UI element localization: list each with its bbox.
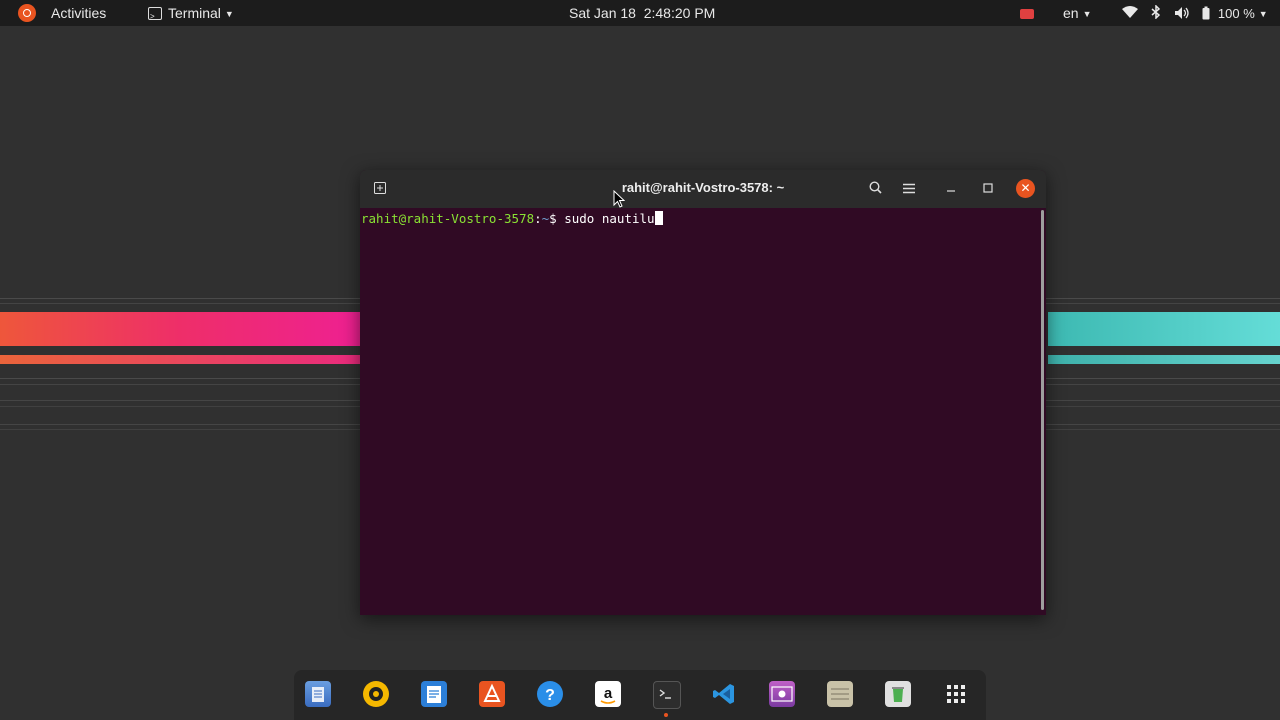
text-cursor [654, 211, 663, 225]
prompt-line: rahit@rahit-Vostro-3578:~$ sudo nautilu [361, 211, 663, 226]
clock[interactable]: Sat Jan 18 2:48:20 PM [569, 0, 715, 26]
battery-menu[interactable]: 100 % ▼ [1202, 0, 1268, 26]
record-icon [1020, 9, 1034, 19]
software-icon[interactable] [479, 681, 505, 707]
help-icon[interactable]: ? [537, 681, 563, 707]
vscode-icon[interactable] [711, 681, 737, 707]
running-indicator [664, 713, 668, 717]
ubuntu-logo-icon[interactable] [18, 4, 36, 22]
battery-icon [1202, 6, 1210, 20]
menu-icon [903, 183, 915, 194]
search-icon [868, 181, 882, 194]
writer-icon[interactable] [421, 681, 447, 707]
terminal-icon[interactable] [653, 681, 681, 709]
minimize-button[interactable] [939, 177, 963, 201]
battery-percent: 100 % [1217, 6, 1255, 21]
svg-text:a: a [604, 685, 613, 702]
app-menu-label: Terminal [168, 5, 221, 21]
wallpaper-stripe-left [0, 355, 360, 364]
prompt-separator: : [534, 211, 542, 226]
chevron-down-icon: ▼ [224, 9, 234, 19]
trash-icon[interactable] [885, 681, 911, 707]
terminal-content[interactable]: rahit@rahit-Vostro-3578:~$ sudo nautilu [360, 208, 1040, 615]
chevron-down-icon: ▼ [1258, 9, 1268, 19]
hamburger-menu-button[interactable] [897, 177, 921, 201]
bluetooth-icon[interactable] [1151, 0, 1161, 26]
screen-record-indicator[interactable] [1020, 0, 1034, 26]
minimize-icon [947, 190, 955, 192]
maximize-icon [983, 183, 993, 193]
terminal-window[interactable]: rahit@rahit-Vostro-3578: ~ ✕ rahit@rahit… [360, 170, 1046, 615]
archive-icon[interactable] [827, 681, 853, 707]
volume-icon[interactable] [1174, 0, 1190, 26]
terminal-app-icon [148, 4, 162, 30]
wallpaper-stripe-right [1048, 355, 1280, 364]
activities-button[interactable]: Activities [51, 0, 106, 26]
language-menu[interactable]: en ▼ [1063, 0, 1092, 26]
scrollbar[interactable] [1041, 210, 1044, 610]
wallpaper-stripe-right [1048, 312, 1280, 346]
wifi-icon[interactable] [1122, 0, 1138, 26]
close-icon: ✕ [1020, 181, 1031, 195]
language-label: en [1063, 5, 1079, 21]
top-bar: Activities Terminal▼ Sat Jan 18 2:48:20 … [0, 0, 1280, 30]
app-menu-button[interactable]: Terminal▼ [148, 0, 234, 30]
prompt-user: rahit@rahit-Vostro-3578 [361, 211, 535, 226]
dock: ? a [294, 670, 986, 720]
search-button[interactable] [863, 177, 887, 201]
svg-text:?: ? [545, 687, 555, 704]
command-input[interactable]: sudo nautilu [564, 211, 654, 226]
prompt-symbol: $ [549, 211, 565, 226]
show-apps-icon[interactable] [943, 681, 969, 707]
rhythmbox-icon[interactable] [363, 681, 389, 707]
files-icon[interactable] [305, 681, 331, 707]
window-titlebar[interactable]: rahit@rahit-Vostro-3578: ~ ✕ [360, 170, 1046, 208]
close-button[interactable]: ✕ [1016, 179, 1035, 198]
mouse-pointer-icon [613, 190, 625, 208]
maximize-button[interactable] [976, 177, 1000, 201]
amazon-icon[interactable]: a [595, 681, 621, 707]
screen-recorder-icon[interactable] [769, 681, 795, 707]
chevron-down-icon: ▼ [1082, 9, 1092, 19]
wallpaper-stripe-left [0, 312, 360, 346]
